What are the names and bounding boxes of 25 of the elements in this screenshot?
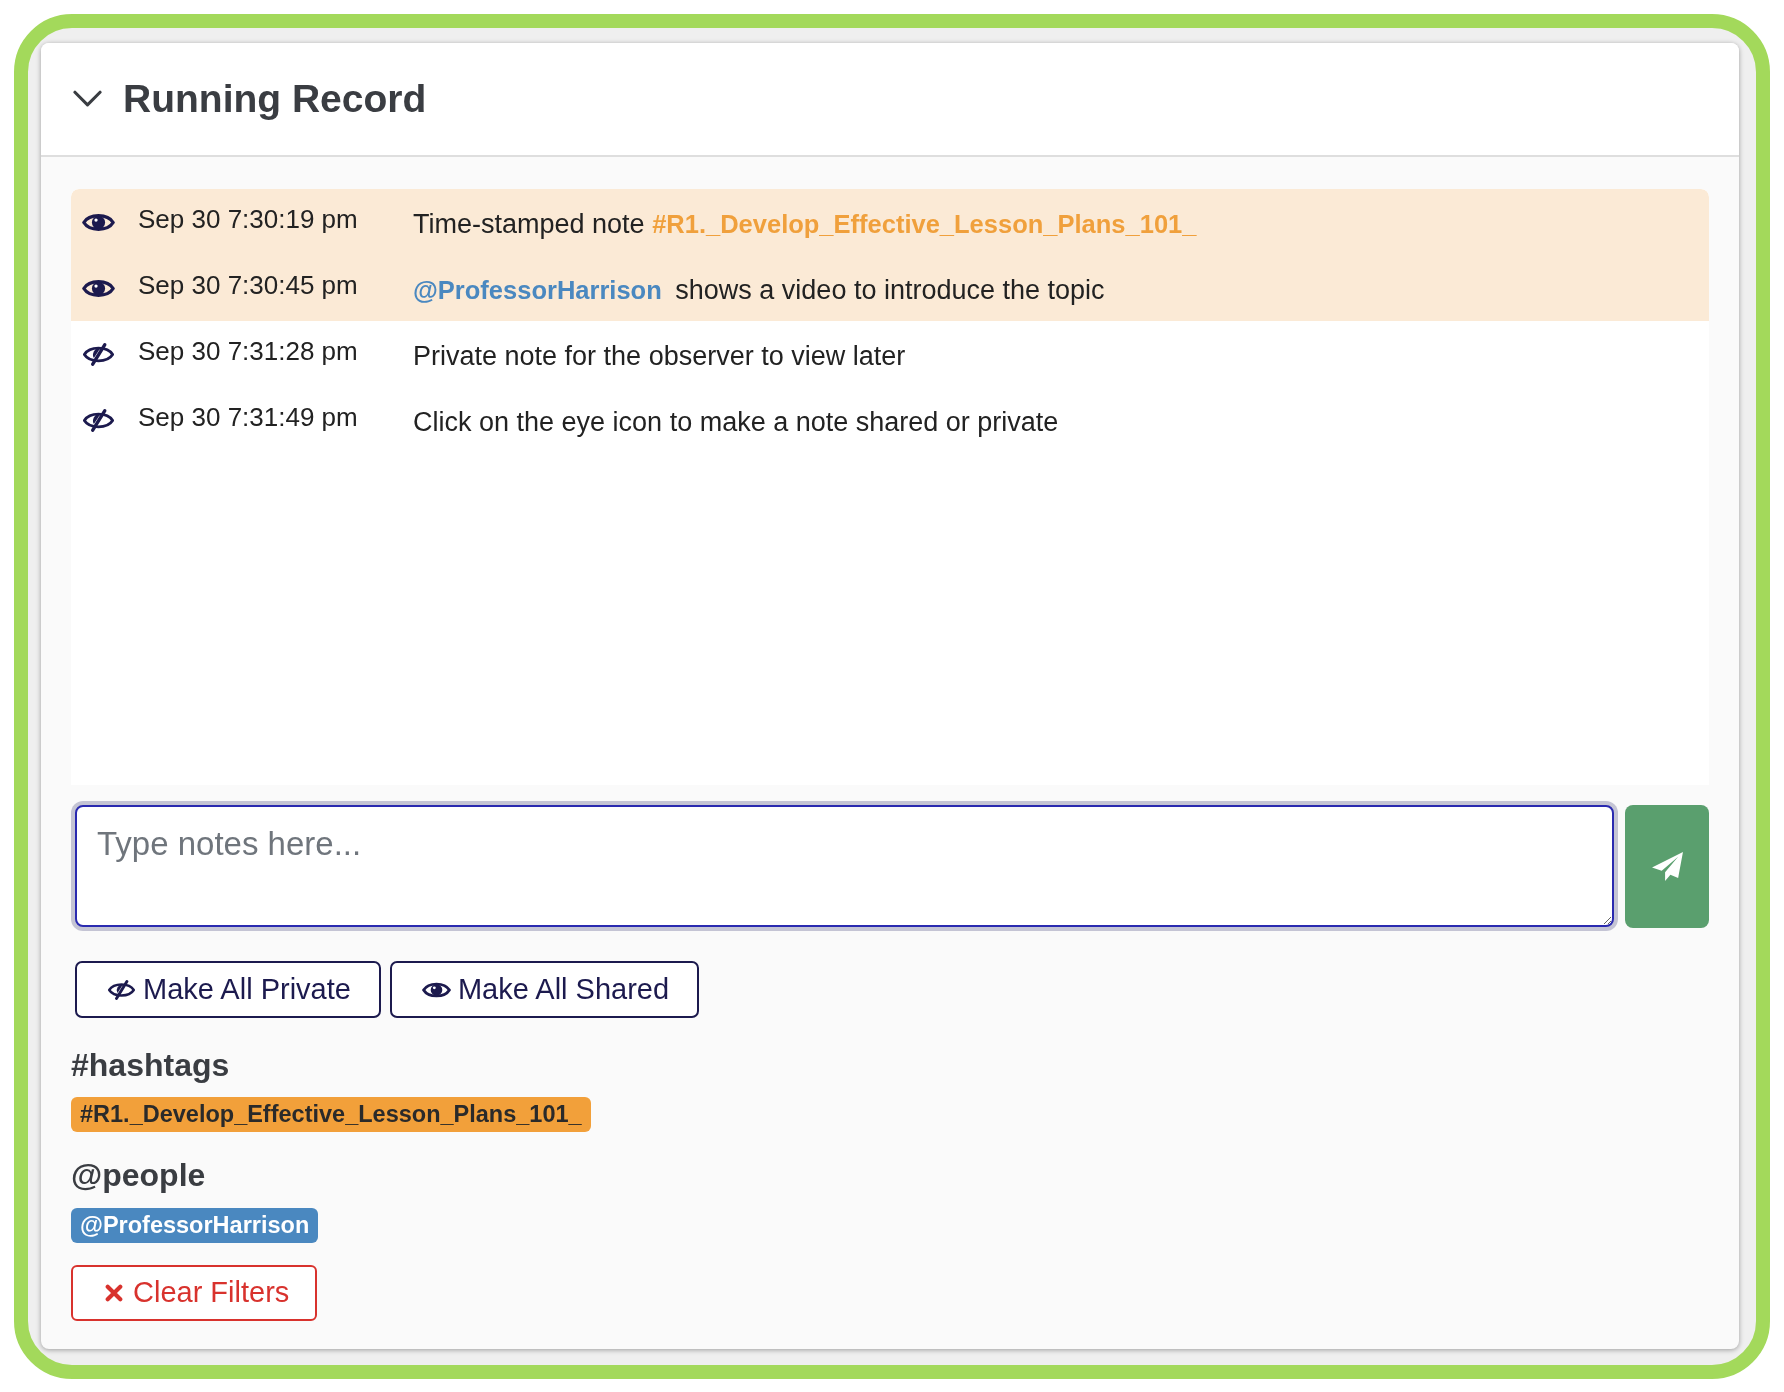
notes-input[interactable]: Type notes here... bbox=[75, 805, 1614, 927]
note-text: Click on the eye icon to make a note shared or private bbox=[413, 405, 1059, 439]
person-tag[interactable]: @ProfessorHarrison bbox=[71, 1207, 319, 1243]
hashtags-heading: #hashtags bbox=[71, 1046, 230, 1085]
clear-filters-button[interactable]: Clear Filters bbox=[71, 1264, 318, 1321]
hashtag-tag[interactable]: #R1._Develop_Effective_Lesson_Plans_101_ bbox=[71, 1097, 591, 1133]
make-shared-button[interactable]: Make All Shared bbox=[389, 961, 700, 1018]
eye-slash-icon bbox=[107, 979, 136, 1000]
note-timestamp: Sep 30 7:31:49 pm bbox=[138, 400, 359, 434]
note-text: @ProfessorHarrison shows a video to introduce the topic bbox=[413, 273, 1105, 307]
panel-title: Running Record bbox=[123, 75, 427, 122]
note-timestamp: Sep 30 7:31:28 pm bbox=[138, 334, 359, 368]
note-text: Private note for the observer to view later bbox=[413, 339, 906, 373]
send-button[interactable] bbox=[1625, 804, 1709, 928]
eye-slash-icon[interactable] bbox=[82, 342, 115, 366]
note-text: Time-stamped note #R1._Develop_Effective_Lesson_Plans_101_ bbox=[413, 207, 1197, 241]
people-heading: @people bbox=[71, 1156, 206, 1195]
make-private-button[interactable]: Make All Private bbox=[75, 961, 381, 1018]
eye-slash-icon[interactable] bbox=[82, 408, 115, 432]
cross-icon bbox=[105, 1283, 123, 1302]
paper-plane-icon bbox=[1651, 851, 1683, 881]
note-timestamp: Sep 30 7:30:45 pm bbox=[138, 268, 359, 302]
chevron-down-icon[interactable] bbox=[73, 90, 102, 108]
note-timestamp: Sep 30 7:30:19 pm bbox=[138, 202, 359, 236]
mention-link[interactable]: @ProfessorHarrison bbox=[413, 275, 662, 304]
